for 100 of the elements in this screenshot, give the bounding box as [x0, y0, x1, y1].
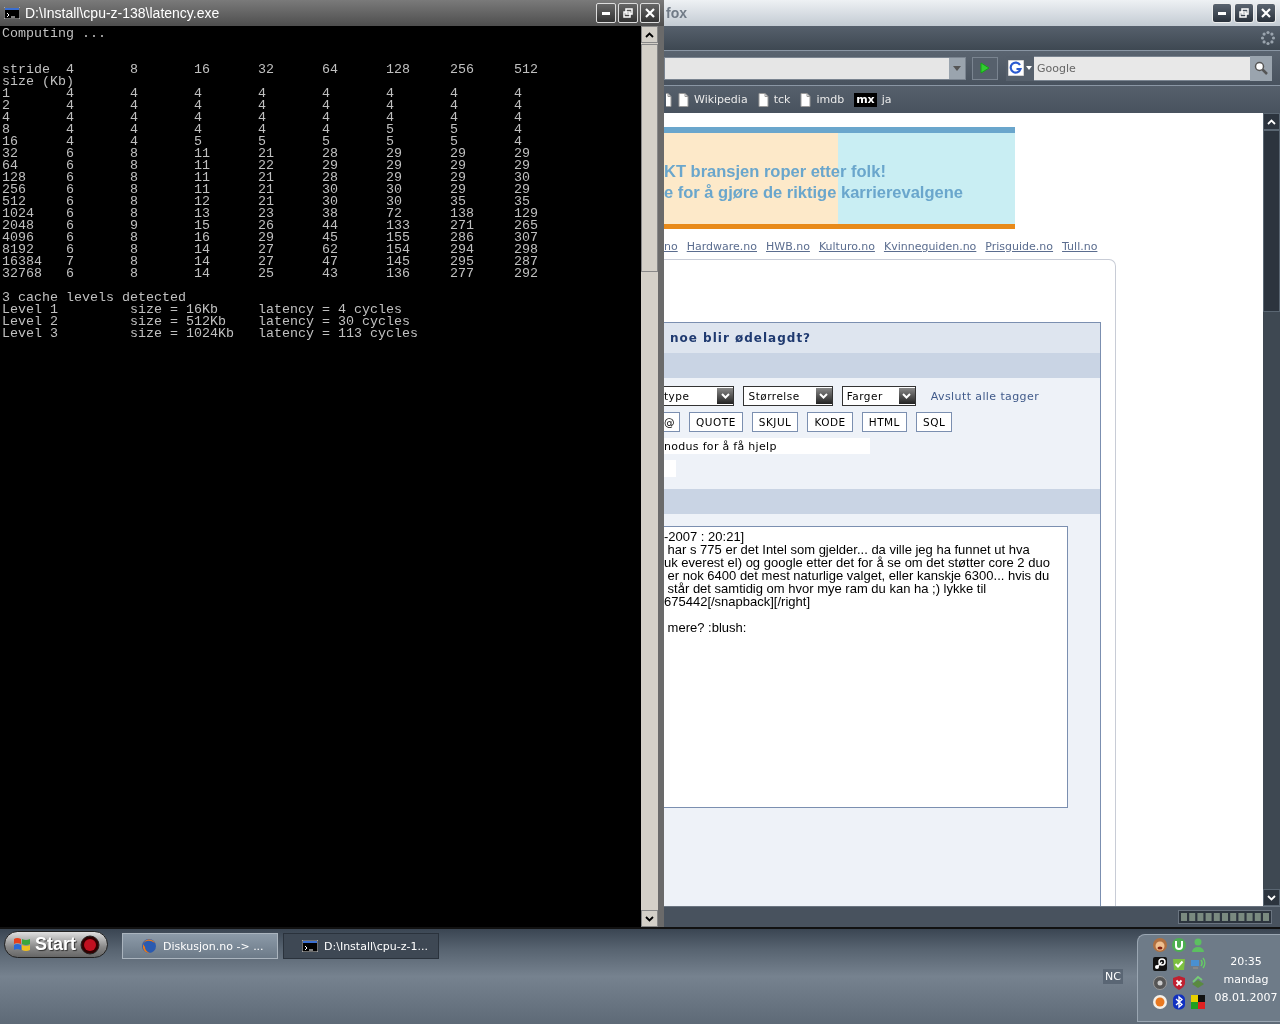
- chevron-up-icon: [645, 31, 654, 38]
- close-button[interactable]: [640, 3, 660, 23]
- taskbar-button[interactable]: Diskusjon.no -> ...: [122, 933, 278, 959]
- console-text: 8: [130, 160, 139, 172]
- scroll-down-button[interactable]: [1263, 889, 1280, 906]
- console-text: 4: [450, 112, 459, 124]
- scrollbar[interactable]: [641, 26, 658, 927]
- page-icon: [678, 92, 689, 107]
- search-engine-logo-icon: [1008, 60, 1024, 76]
- site-link[interactable]: Prisguide.no: [985, 240, 1054, 253]
- console-text: 22: [258, 160, 275, 172]
- cartoon-face-icon[interactable]: [1152, 937, 1168, 953]
- console-text: 35: [514, 196, 530, 208]
- console-text: 4: [258, 112, 267, 124]
- console-text: 512: [2, 196, 26, 208]
- tag-button[interactable]: KODE: [807, 412, 853, 432]
- format-select[interactable]: type: [664, 386, 735, 406]
- console-text: 44: [322, 220, 339, 232]
- taskbar-button[interactable]: D:\Install\cpu-z-1...: [283, 933, 439, 959]
- console-text: 4: [130, 112, 139, 124]
- format-select[interactable]: Farger: [841, 386, 916, 406]
- shield-icon[interactable]: [1171, 975, 1187, 991]
- restore-button[interactable]: [618, 3, 638, 23]
- console-text: 256: [450, 64, 475, 76]
- tag-button[interactable]: @: [664, 412, 680, 432]
- chevron-up-icon: [1267, 118, 1276, 125]
- address-field[interactable]: [664, 56, 966, 80]
- minimize-button[interactable]: [596, 3, 616, 23]
- bluetooth-icon[interactable]: [1171, 994, 1187, 1010]
- console-text: Computing ...: [2, 28, 106, 40]
- restore-button[interactable]: [1234, 3, 1254, 23]
- console-text: 4: [450, 100, 459, 112]
- scrollbar[interactable]: [1263, 113, 1280, 906]
- scroll-up-button[interactable]: [1263, 113, 1280, 130]
- chevron-down-icon: [902, 393, 912, 399]
- tag-button[interactable]: SKJUL: [751, 412, 799, 432]
- scroll-up-button[interactable]: [641, 26, 658, 43]
- console-text: 4: [386, 112, 395, 124]
- console-text: 1024: [2, 208, 35, 220]
- close-tags-link[interactable]: Avslutt alle tagger: [930, 389, 1040, 403]
- console-text: 29: [450, 148, 467, 160]
- site-link[interactable]: Kulturo.no: [818, 240, 875, 253]
- console-text: 45: [322, 232, 339, 244]
- console-text: 8: [130, 256, 139, 268]
- site-link[interactable]: HWB.no: [766, 240, 810, 253]
- console-text: 287: [514, 256, 539, 268]
- console-text: 29: [386, 160, 403, 172]
- console-text: 5: [450, 124, 459, 136]
- bookmark-link[interactable]: mx ja: [854, 92, 892, 107]
- bookmark-link[interactable]: Wikipedia: [678, 92, 748, 107]
- site-link[interactable]: no: [664, 240, 678, 253]
- console-text: 4: [514, 88, 523, 100]
- minimize-icon: [1218, 11, 1226, 15]
- console-text: 7: [66, 256, 75, 268]
- checkmark-icon[interactable]: [1171, 956, 1187, 972]
- scroll-down-button[interactable]: [641, 910, 658, 927]
- site-link[interactable]: Kvinneguiden.no: [883, 240, 977, 253]
- restore-icon: [1239, 8, 1249, 18]
- tag-button[interactable]: QUOTE: [689, 412, 743, 432]
- scrollbar-thumb[interactable]: [641, 44, 658, 272]
- banner-text: e for å gjøre de riktige karrierevalgene: [664, 182, 964, 202]
- format-select[interactable]: Størrelse: [743, 386, 833, 406]
- minimize-button[interactable]: [1212, 3, 1232, 23]
- console-text: 27: [258, 244, 275, 256]
- color-grid-icon[interactable]: [1190, 994, 1206, 1010]
- console-text: 2: [2, 100, 11, 112]
- console-text: 11: [194, 160, 211, 172]
- windows-flag-icon: [13, 936, 31, 953]
- tag-button[interactable]: SQL: [915, 412, 953, 432]
- console-text: 6: [66, 268, 75, 280]
- search-button[interactable]: [1250, 55, 1272, 81]
- console-text: 64: [2, 160, 18, 172]
- console-text: 133: [386, 220, 411, 232]
- torrent-icon[interactable]: [1171, 937, 1187, 953]
- console-text: 28: [322, 172, 339, 184]
- go-button[interactable]: [972, 56, 998, 80]
- site-link[interactable]: Tull.no: [1062, 240, 1098, 253]
- site-link[interactable]: Hardware.no: [686, 240, 757, 253]
- console-text: 4096: [2, 232, 35, 244]
- bookmark-link[interactable]: imdb: [800, 92, 845, 107]
- minimize-icon: [602, 11, 610, 15]
- console-text: 5: [450, 136, 458, 148]
- bookmark-link[interactable]: tck: [757, 92, 791, 107]
- console-text: 14: [194, 256, 211, 268]
- console-text: 43: [322, 268, 339, 280]
- search-field[interactable]: Google: [1034, 55, 1250, 81]
- circle-icon[interactable]: [1152, 994, 1168, 1010]
- message-textarea[interactable]: -2007 : 20:21] har s 775 er det Intel som gjelder... da ville jeg ha funnet ut hva uk everest el) og google etter det for å se om det støtter core 2 duo er nok 6400 det mest naturlige valget, eller kanskje 6300... hvis du står det samtidig om hvor mye ram du kan ha ;) lykke til 675442[/snapback][/right] mere? :blush:: [664, 526, 1068, 808]
- clock-date: 08.01.2007: [1214, 991, 1278, 1004]
- close-button[interactable]: [1256, 3, 1276, 23]
- console-text: 21: [258, 172, 275, 184]
- console-text: 21: [258, 148, 275, 160]
- console-text: 21: [258, 196, 275, 208]
- tag-button[interactable]: HTML: [861, 412, 907, 432]
- console-text: 25: [258, 268, 275, 280]
- console-text: 13: [194, 208, 211, 220]
- scrollbar-thumb[interactable]: [1263, 130, 1280, 312]
- console-text: 9: [130, 220, 139, 232]
- console-text: 271: [450, 220, 475, 232]
- input-field[interactable]: [664, 460, 676, 477]
